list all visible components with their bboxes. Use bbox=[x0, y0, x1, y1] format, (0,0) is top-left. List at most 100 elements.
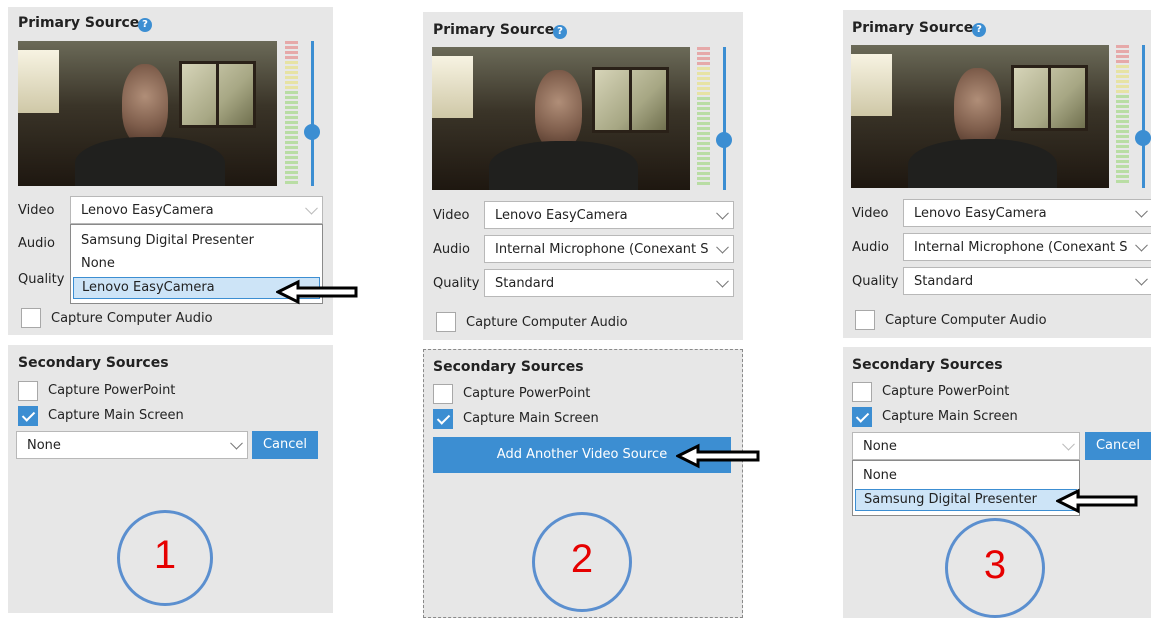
meter-segment bbox=[1116, 85, 1129, 88]
quality-label: Quality bbox=[433, 276, 480, 291]
secondary-source-select[interactable]: None bbox=[16, 431, 248, 459]
chevron-down-icon bbox=[1135, 272, 1148, 286]
help-icon[interactable]: ? bbox=[553, 25, 567, 39]
dropdown-option-selected[interactable]: Samsung Digital Presenter bbox=[855, 489, 1077, 511]
meter-segment bbox=[697, 52, 710, 55]
webcam-preview bbox=[432, 47, 690, 190]
meter-segment bbox=[1116, 175, 1129, 178]
capture-powerpoint-checkbox[interactable] bbox=[852, 382, 872, 402]
meter-segment bbox=[697, 57, 710, 60]
step-number: 2 bbox=[570, 537, 594, 581]
volume-slider-knob[interactable] bbox=[1135, 130, 1151, 146]
capture-main-screen-checkbox[interactable] bbox=[433, 409, 453, 429]
chevron-down-icon bbox=[1135, 204, 1148, 218]
meter-segment bbox=[285, 91, 298, 94]
capture-computer-audio-label: Capture Computer Audio bbox=[885, 313, 1047, 328]
meter-segment bbox=[1116, 90, 1129, 93]
meter-segment bbox=[697, 152, 710, 155]
cancel-button[interactable]: Cancel bbox=[1085, 432, 1151, 460]
meter-segment bbox=[697, 77, 710, 80]
video-select[interactable]: Lenovo EasyCamera bbox=[70, 196, 323, 224]
meter-segment bbox=[285, 146, 298, 149]
meter-segment bbox=[285, 66, 298, 69]
audio-select[interactable]: Internal Microphone (Conexant Si bbox=[903, 233, 1151, 261]
step-number-circle: 3 bbox=[945, 518, 1045, 618]
quality-select-value: Standard bbox=[914, 274, 974, 289]
quality-select[interactable]: Standard bbox=[903, 267, 1151, 295]
dropdown-option[interactable]: None bbox=[855, 466, 1077, 486]
chevron-down-icon bbox=[716, 240, 729, 254]
video-select[interactable]: Lenovo EasyCamera bbox=[484, 201, 734, 229]
meter-segment bbox=[1116, 120, 1129, 123]
capture-main-screen-label: Capture Main Screen bbox=[48, 408, 184, 423]
meter-segment bbox=[285, 151, 298, 154]
meter-segment bbox=[697, 112, 710, 115]
video-select-value: Lenovo EasyCamera bbox=[914, 206, 1047, 221]
meter-segment bbox=[1116, 180, 1129, 183]
meter-segment bbox=[1116, 75, 1129, 78]
meter-segment bbox=[285, 96, 298, 99]
cancel-button[interactable]: Cancel bbox=[252, 431, 318, 459]
left-arrow-icon bbox=[676, 443, 760, 469]
meter-segment bbox=[1116, 115, 1129, 118]
audio-label: Audio bbox=[852, 240, 889, 255]
meter-segment bbox=[285, 71, 298, 74]
secondary-source-dropdown-list[interactable]: None Samsung Digital Presenter bbox=[852, 460, 1080, 516]
meter-segment bbox=[697, 127, 710, 130]
meter-segment bbox=[697, 67, 710, 70]
capture-main-screen-checkbox[interactable] bbox=[852, 407, 872, 427]
volume-slider-knob[interactable] bbox=[716, 132, 732, 148]
meter-segment bbox=[1116, 55, 1129, 58]
left-arrow-icon bbox=[276, 279, 358, 305]
meter-segment bbox=[1116, 60, 1129, 63]
meter-segment bbox=[1116, 140, 1129, 143]
capture-powerpoint-label: Capture PowerPoint bbox=[882, 384, 1010, 399]
volume-slider-track[interactable] bbox=[311, 41, 314, 186]
video-select-value: Lenovo EasyCamera bbox=[81, 203, 214, 218]
dropdown-option[interactable]: None bbox=[73, 254, 320, 274]
video-select-value: Lenovo EasyCamera bbox=[495, 208, 628, 223]
meter-segment bbox=[697, 172, 710, 175]
volume-slider-track[interactable] bbox=[723, 47, 726, 190]
capture-computer-audio-label: Capture Computer Audio bbox=[51, 311, 213, 326]
capture-computer-audio-checkbox[interactable] bbox=[21, 308, 41, 328]
meter-segment bbox=[697, 162, 710, 165]
help-icon[interactable]: ? bbox=[138, 18, 152, 32]
capture-powerpoint-checkbox[interactable] bbox=[18, 381, 38, 401]
chevron-down-icon bbox=[230, 436, 243, 450]
meter-segment bbox=[1116, 100, 1129, 103]
capture-powerpoint-checkbox[interactable] bbox=[433, 384, 453, 404]
chevron-down-icon bbox=[305, 201, 318, 215]
meter-segment bbox=[285, 181, 298, 184]
meter-segment bbox=[285, 161, 298, 164]
webcam-preview bbox=[851, 45, 1109, 188]
secondary-source-select[interactable]: None bbox=[852, 432, 1080, 460]
meter-segment bbox=[285, 51, 298, 54]
meter-segment bbox=[285, 116, 298, 119]
capture-main-screen-checkbox[interactable] bbox=[18, 406, 38, 426]
meter-segment bbox=[285, 46, 298, 49]
capture-computer-audio-label: Capture Computer Audio bbox=[466, 315, 628, 330]
audio-level-meter bbox=[1116, 45, 1129, 188]
audio-select[interactable]: Internal Microphone (Conexant Si bbox=[484, 235, 734, 263]
capture-computer-audio-checkbox[interactable] bbox=[436, 312, 456, 332]
volume-slider-knob[interactable] bbox=[304, 124, 320, 140]
meter-segment bbox=[697, 47, 710, 50]
meter-segment bbox=[1116, 110, 1129, 113]
secondary-sources-title: Secondary Sources bbox=[433, 359, 584, 375]
webcam-preview bbox=[18, 41, 277, 186]
primary-sources-title: Primary Sources bbox=[433, 22, 563, 38]
meter-segment bbox=[285, 141, 298, 144]
meter-segment bbox=[697, 97, 710, 100]
audio-label: Audio bbox=[18, 236, 55, 251]
quality-select[interactable]: Standard bbox=[484, 269, 734, 297]
meter-segment bbox=[1116, 65, 1129, 68]
quality-select-value: Standard bbox=[495, 276, 555, 291]
capture-computer-audio-checkbox[interactable] bbox=[855, 310, 875, 330]
dropdown-option[interactable]: Samsung Digital Presenter bbox=[73, 231, 320, 251]
video-select[interactable]: Lenovo EasyCamera bbox=[903, 199, 1151, 227]
meter-segment bbox=[1116, 130, 1129, 133]
volume-slider-track[interactable] bbox=[1142, 45, 1145, 188]
secondary-source-select-value: None bbox=[863, 439, 897, 454]
help-icon[interactable]: ? bbox=[972, 23, 986, 37]
